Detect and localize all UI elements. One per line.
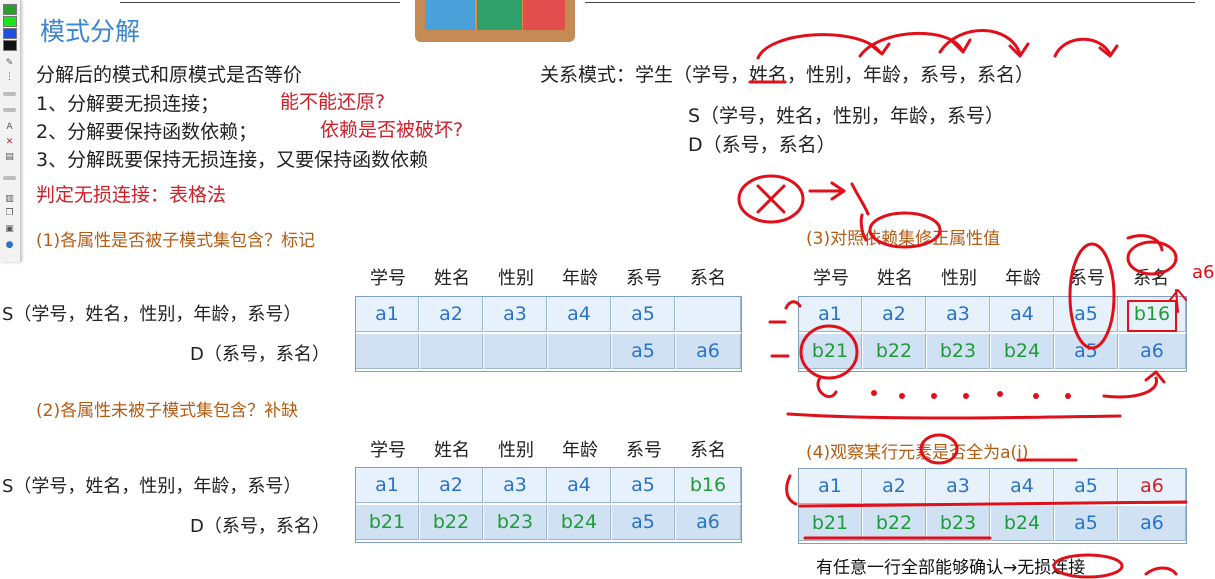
ink-annotations [737, 29, 1188, 579]
